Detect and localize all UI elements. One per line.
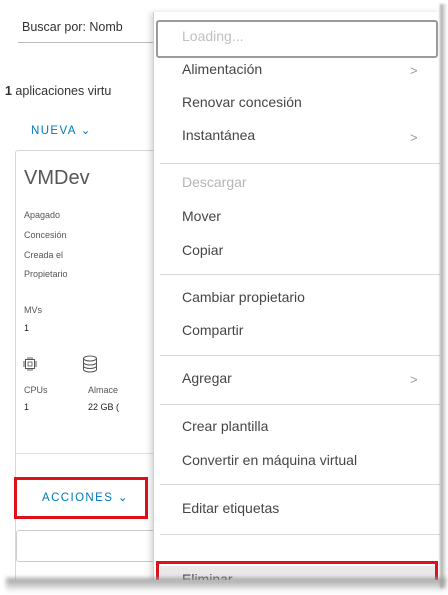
menu-item-edit-tags[interactable]: Editar etiquetas bbox=[182, 500, 279, 516]
chevron-down-icon: ⌄ bbox=[80, 125, 92, 137]
app-screen: Buscar por: Nomb 1 1 aplicaciones virtu … bbox=[0, 0, 440, 580]
menu-item-create-template[interactable]: Crear plantilla bbox=[182, 418, 268, 434]
vapp-count-number: 1 bbox=[5, 84, 12, 98]
vms-label: MVs bbox=[24, 305, 42, 315]
menu-item-download: Descargar bbox=[182, 174, 247, 190]
chevron-right-icon: > bbox=[410, 130, 418, 145]
menu-item-share[interactable]: Compartir bbox=[182, 322, 243, 338]
card-secondary-button[interactable] bbox=[16, 530, 168, 562]
menu-item-convert-to-vm[interactable]: Convertir en máquina virtual bbox=[182, 452, 357, 468]
menu-separator bbox=[160, 355, 440, 356]
storage-label: Almace bbox=[88, 385, 119, 395]
new-vapp-button[interactable]: NUEVA ⌄ bbox=[31, 123, 92, 137]
menu-item-power[interactable]: Alimentación bbox=[182, 61, 262, 77]
card-divider bbox=[16, 453, 154, 454]
created-label: Creada el bbox=[24, 250, 64, 260]
menu-separator bbox=[160, 534, 440, 535]
storage-value: 22 GB ( bbox=[88, 402, 120, 412]
owner-label: Propietario bbox=[24, 269, 68, 279]
menu-item-add[interactable]: Agregar bbox=[182, 370, 232, 386]
page-shadow bbox=[440, 4, 447, 588]
chevron-right-icon: > bbox=[410, 63, 418, 78]
menu-item-snapshot[interactable]: Instantánea bbox=[182, 127, 255, 143]
lease-label: Concesión bbox=[24, 230, 67, 240]
loading-placeholder: Loading... bbox=[182, 28, 244, 44]
menu-separator bbox=[160, 274, 440, 275]
vapp-count-text: aplicaciones virtu bbox=[11, 84, 112, 98]
new-vapp-label: NUEVA bbox=[31, 125, 77, 137]
search-label: Buscar por: Nomb bbox=[22, 20, 123, 34]
status-label: Apagado bbox=[24, 210, 61, 220]
page-shadow bbox=[6, 578, 446, 592]
vapp-count: 1 aplicaciones virtu bbox=[5, 84, 111, 98]
menu-separator bbox=[160, 484, 440, 485]
menu-item-move[interactable]: Mover bbox=[182, 208, 221, 224]
cpu-value: 1 bbox=[24, 402, 30, 412]
cpu-label: CPUs bbox=[24, 385, 48, 395]
menu-item-copy[interactable]: Copiar bbox=[182, 242, 223, 258]
menu-separator bbox=[160, 163, 440, 164]
search-input[interactable] bbox=[18, 42, 158, 43]
actions-highlight bbox=[14, 477, 148, 519]
menu-separator bbox=[160, 404, 440, 405]
vapp-name[interactable]: VMDev bbox=[24, 167, 90, 190]
cpu-icon bbox=[22, 356, 38, 377]
storage-icon bbox=[82, 355, 98, 378]
chevron-right-icon: > bbox=[410, 372, 418, 387]
vms-value: 1 bbox=[24, 323, 30, 333]
menu-item-change-owner[interactable]: Cambiar propietario bbox=[182, 289, 305, 305]
menu-item-renew-lease[interactable]: Renovar concesión bbox=[182, 94, 302, 110]
